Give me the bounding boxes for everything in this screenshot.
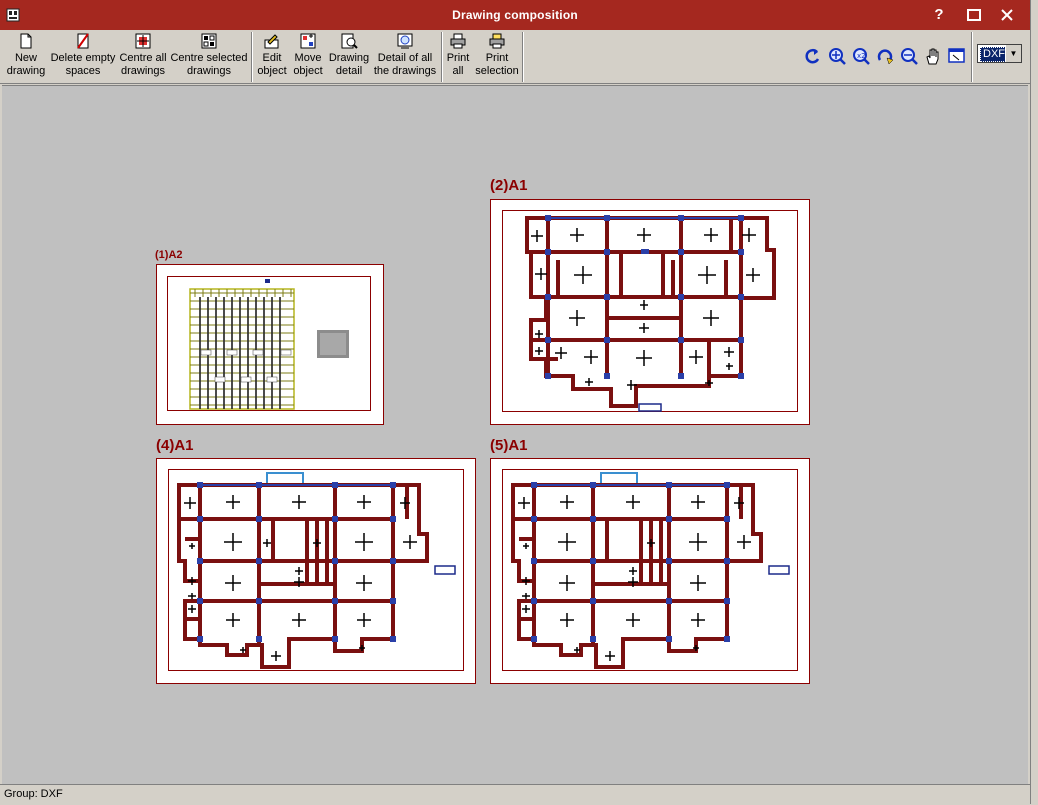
redraw-icon[interactable] xyxy=(875,46,895,66)
chevron-down-icon[interactable]: ▼ xyxy=(1005,45,1021,62)
centre-selected-icon xyxy=(201,33,217,49)
print-selection-button[interactable]: Print selection xyxy=(474,32,520,78)
sheet-4[interactable] xyxy=(156,458,476,684)
printer-icon xyxy=(450,33,466,49)
toolbar-separator-2 xyxy=(441,32,443,82)
view-window-icon[interactable] xyxy=(947,46,967,66)
edit-object-label-2: object xyxy=(257,65,287,77)
new-document-icon xyxy=(20,33,32,49)
detail-all-label-1: Detail of all xyxy=(377,52,433,64)
print-all-label-2: all xyxy=(452,65,464,77)
centre-selected-label-2: drawings xyxy=(186,65,232,77)
sheet-label-5: (5)A1 xyxy=(490,437,528,454)
sheet-label-2: (2)A1 xyxy=(490,177,528,194)
format-dropdown-value: DXF xyxy=(980,47,1008,62)
print-all-label-1: Print xyxy=(446,52,470,64)
sheet-label-1: (1)A2 xyxy=(155,249,183,261)
centre-selected-drawings-button[interactable]: Centre selected drawings xyxy=(170,32,248,78)
format-dropdown[interactable]: DXF ▼ xyxy=(977,44,1022,63)
new-drawing-label-1: New xyxy=(14,52,37,64)
print-selection-label-1: Print xyxy=(485,52,509,64)
centre-all-label-1: Centre all xyxy=(119,52,167,64)
new-drawing-button[interactable]: New drawing xyxy=(4,32,48,78)
edit-object-label-1: Edit xyxy=(262,52,282,64)
pan-hand-icon[interactable] xyxy=(923,46,943,66)
toolbar-separator-3 xyxy=(522,32,524,82)
sheet-4-drawing xyxy=(177,472,456,669)
maximize-button[interactable] xyxy=(960,3,988,27)
window-title: Drawing composition xyxy=(452,8,578,22)
toolbar: New drawing Delete empty spaces Centre a… xyxy=(0,30,1030,84)
move-object-label-1: Move xyxy=(294,52,322,64)
delete-page-icon xyxy=(77,33,89,49)
drawing-composition-window: Drawing composition ? New drawing Delete… xyxy=(0,0,1031,805)
centre-selected-label-1: Centre selected xyxy=(170,52,248,64)
delete-empty-spaces-label-2: spaces xyxy=(65,65,101,77)
centre-all-icon xyxy=(135,33,151,49)
sheet-1[interactable] xyxy=(156,264,384,425)
sheet-5-drawing xyxy=(511,472,790,669)
title-bar: Drawing composition ? xyxy=(0,0,1030,30)
drawing-canvas[interactable]: (1)A2 (2)A1 (4)A1 (5)A1 xyxy=(2,85,1028,784)
maximize-icon xyxy=(967,9,981,21)
detail-all-drawings-button[interactable]: Detail of all the drawings xyxy=(372,32,438,78)
drawing-detail-label-2: detail xyxy=(335,65,363,77)
drawing-detail-button[interactable]: Drawing detail xyxy=(328,32,370,78)
close-button[interactable] xyxy=(993,3,1021,27)
drawing-detail-label-1: Drawing xyxy=(328,52,370,64)
sheet-5[interactable] xyxy=(490,458,810,684)
move-object-icon xyxy=(300,33,316,49)
drawing-detail-icon xyxy=(341,33,358,49)
print-selection-label-2: selection xyxy=(475,65,519,77)
sheet-2-drawing xyxy=(525,215,776,412)
edit-object-button[interactable]: Edit object xyxy=(256,32,288,78)
help-button[interactable]: ? xyxy=(925,3,953,27)
detail-all-label-2: the drawings xyxy=(373,65,437,77)
centre-all-drawings-button[interactable]: Centre all drawings xyxy=(118,32,168,78)
print-selection-icon xyxy=(489,33,505,49)
centre-all-label-2: drawings xyxy=(120,65,166,77)
edit-object-icon xyxy=(264,34,279,49)
status-text: Group: DXF xyxy=(4,788,63,800)
delete-empty-spaces-label-1: Delete empty xyxy=(50,52,116,64)
close-icon xyxy=(1001,9,1013,21)
delete-empty-spaces-button[interactable]: Delete empty spaces xyxy=(50,32,116,78)
move-object-button[interactable]: Move object xyxy=(290,32,326,78)
move-object-label-2: object xyxy=(293,65,323,77)
new-drawing-label-2: drawing xyxy=(6,65,46,77)
detail-all-icon xyxy=(397,33,413,49)
sheet-label-4: (4)A1 xyxy=(156,437,194,454)
zoom-out-icon[interactable] xyxy=(899,46,919,66)
zoom-window-icon[interactable]: x2 xyxy=(851,46,871,66)
sheet-2[interactable] xyxy=(490,199,810,425)
undo-zoom-icon[interactable] xyxy=(803,46,823,66)
sheet-1-drawing xyxy=(189,279,349,410)
status-bar: Group: DXF xyxy=(0,784,1030,805)
toolbar-separator-1 xyxy=(251,32,253,82)
toolbar-separator-4 xyxy=(971,32,973,82)
zoom-extents-icon[interactable] xyxy=(827,46,847,66)
print-all-button[interactable]: Print all xyxy=(444,32,472,78)
